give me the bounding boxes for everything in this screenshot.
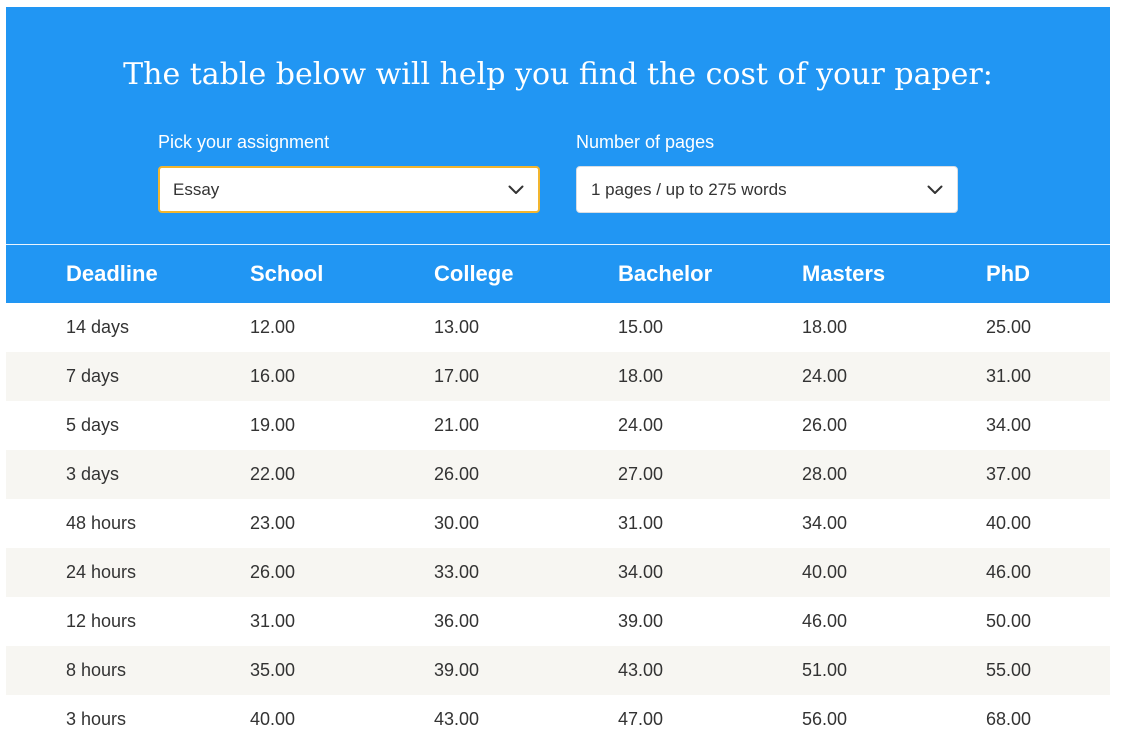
price-cell: 33.00 <box>434 562 480 582</box>
price-cell: 40.00 <box>986 513 1032 533</box>
table-row: 12 hours 31.00 36.00 39.00 46.00 50.00 <box>6 597 1110 646</box>
price-table-body: 14 days 12.00 13.00 15.00 18.00 25.00 7 … <box>6 303 1110 744</box>
price-cell: 18.00 <box>802 317 848 337</box>
price-cell: 40.00 <box>250 709 296 729</box>
price-cell: 12.00 <box>250 317 296 337</box>
pages-select[interactable]: 1 pages / up to 275 words <box>576 166 958 213</box>
column-header-college: College <box>434 261 514 286</box>
assignment-select-value: Essay <box>173 180 220 199</box>
price-cell: 24.00 <box>802 366 848 386</box>
assignment-select[interactable]: Essay <box>158 166 540 213</box>
price-cell: 39.00 <box>618 611 664 631</box>
deadline-cell: 3 days <box>66 464 120 484</box>
price-cell: 68.00 <box>986 709 1032 729</box>
price-cell: 27.00 <box>618 464 664 484</box>
price-cell: 43.00 <box>618 660 664 680</box>
pages-select-value: 1 pages / up to 275 words <box>591 180 787 199</box>
price-cell: 47.00 <box>618 709 664 729</box>
price-cell: 16.00 <box>250 366 296 386</box>
price-cell: 31.00 <box>986 366 1032 386</box>
price-cell: 34.00 <box>802 513 848 533</box>
column-header-school: School <box>250 261 324 286</box>
price-cell: 40.00 <box>802 562 848 582</box>
chevron-down-icon <box>927 185 943 194</box>
price-cell: 28.00 <box>802 464 848 484</box>
price-cell: 25.00 <box>986 317 1032 337</box>
price-cell: 17.00 <box>434 366 480 386</box>
price-cell: 37.00 <box>986 464 1032 484</box>
column-header-bachelor: Bachelor <box>618 261 713 286</box>
price-cell: 31.00 <box>250 611 296 631</box>
price-cell: 55.00 <box>986 660 1032 680</box>
price-cell: 35.00 <box>250 660 296 680</box>
price-cell: 21.00 <box>434 415 480 435</box>
price-cell: 36.00 <box>434 611 480 631</box>
price-cell: 46.00 <box>802 611 848 631</box>
price-cell: 34.00 <box>986 415 1032 435</box>
table-row: 24 hours 26.00 33.00 34.00 40.00 46.00 <box>6 548 1110 597</box>
deadline-cell: 3 hours <box>66 709 127 729</box>
deadline-cell: 8 hours <box>66 660 127 680</box>
price-cell: 51.00 <box>802 660 848 680</box>
deadline-cell: 5 days <box>66 415 120 435</box>
deadline-cell: 12 hours <box>66 611 137 631</box>
price-cell: 26.00 <box>250 562 296 582</box>
price-cell: 39.00 <box>434 660 480 680</box>
price-cell: 31.00 <box>618 513 664 533</box>
column-header-masters: Masters <box>802 261 886 286</box>
table-row: 7 days 16.00 17.00 18.00 24.00 31.00 <box>6 352 1110 401</box>
price-cell: 22.00 <box>250 464 296 484</box>
assignment-label: Pick your assignment <box>158 132 330 152</box>
price-cell: 23.00 <box>250 513 296 533</box>
table-row: 3 hours 40.00 43.00 47.00 56.00 68.00 <box>6 695 1110 744</box>
table-header: Deadline School College Bachelor Masters… <box>6 245 1110 303</box>
table-row: 14 days 12.00 13.00 15.00 18.00 25.00 <box>6 303 1110 352</box>
price-cell: 46.00 <box>986 562 1032 582</box>
price-cell: 15.00 <box>618 317 664 337</box>
price-cell: 26.00 <box>802 415 848 435</box>
chevron-down-icon <box>508 185 524 194</box>
column-header-deadline: Deadline <box>66 261 158 286</box>
deadline-cell: 24 hours <box>66 562 137 582</box>
table-row: 8 hours 35.00 39.00 43.00 51.00 55.00 <box>6 646 1110 695</box>
price-calculator: The table below will help you find the c… <box>6 7 1110 752</box>
price-cell: 34.00 <box>618 562 664 582</box>
table-row: 5 days 19.00 21.00 24.00 26.00 34.00 <box>6 401 1110 450</box>
price-cell: 43.00 <box>434 709 480 729</box>
table-row: 3 days 22.00 26.00 27.00 28.00 37.00 <box>6 450 1110 499</box>
price-cell: 13.00 <box>434 317 480 337</box>
price-cell: 30.00 <box>434 513 480 533</box>
price-cell: 24.00 <box>618 415 664 435</box>
price-cell: 50.00 <box>986 611 1032 631</box>
deadline-cell: 14 days <box>66 317 130 337</box>
pages-label: Number of pages <box>576 132 715 152</box>
deadline-cell: 7 days <box>66 366 120 386</box>
price-cell: 26.00 <box>434 464 480 484</box>
table-row: 48 hours 23.00 30.00 31.00 34.00 40.00 <box>6 499 1110 548</box>
price-cell: 18.00 <box>618 366 664 386</box>
price-cell: 19.00 <box>250 415 296 435</box>
price-cell: 56.00 <box>802 709 848 729</box>
page-title: The table below will help you find the c… <box>123 57 993 92</box>
calculator-header: The table below will help you find the c… <box>6 7 1110 244</box>
column-header-phd: PhD <box>986 261 1030 286</box>
deadline-cell: 48 hours <box>66 513 137 533</box>
